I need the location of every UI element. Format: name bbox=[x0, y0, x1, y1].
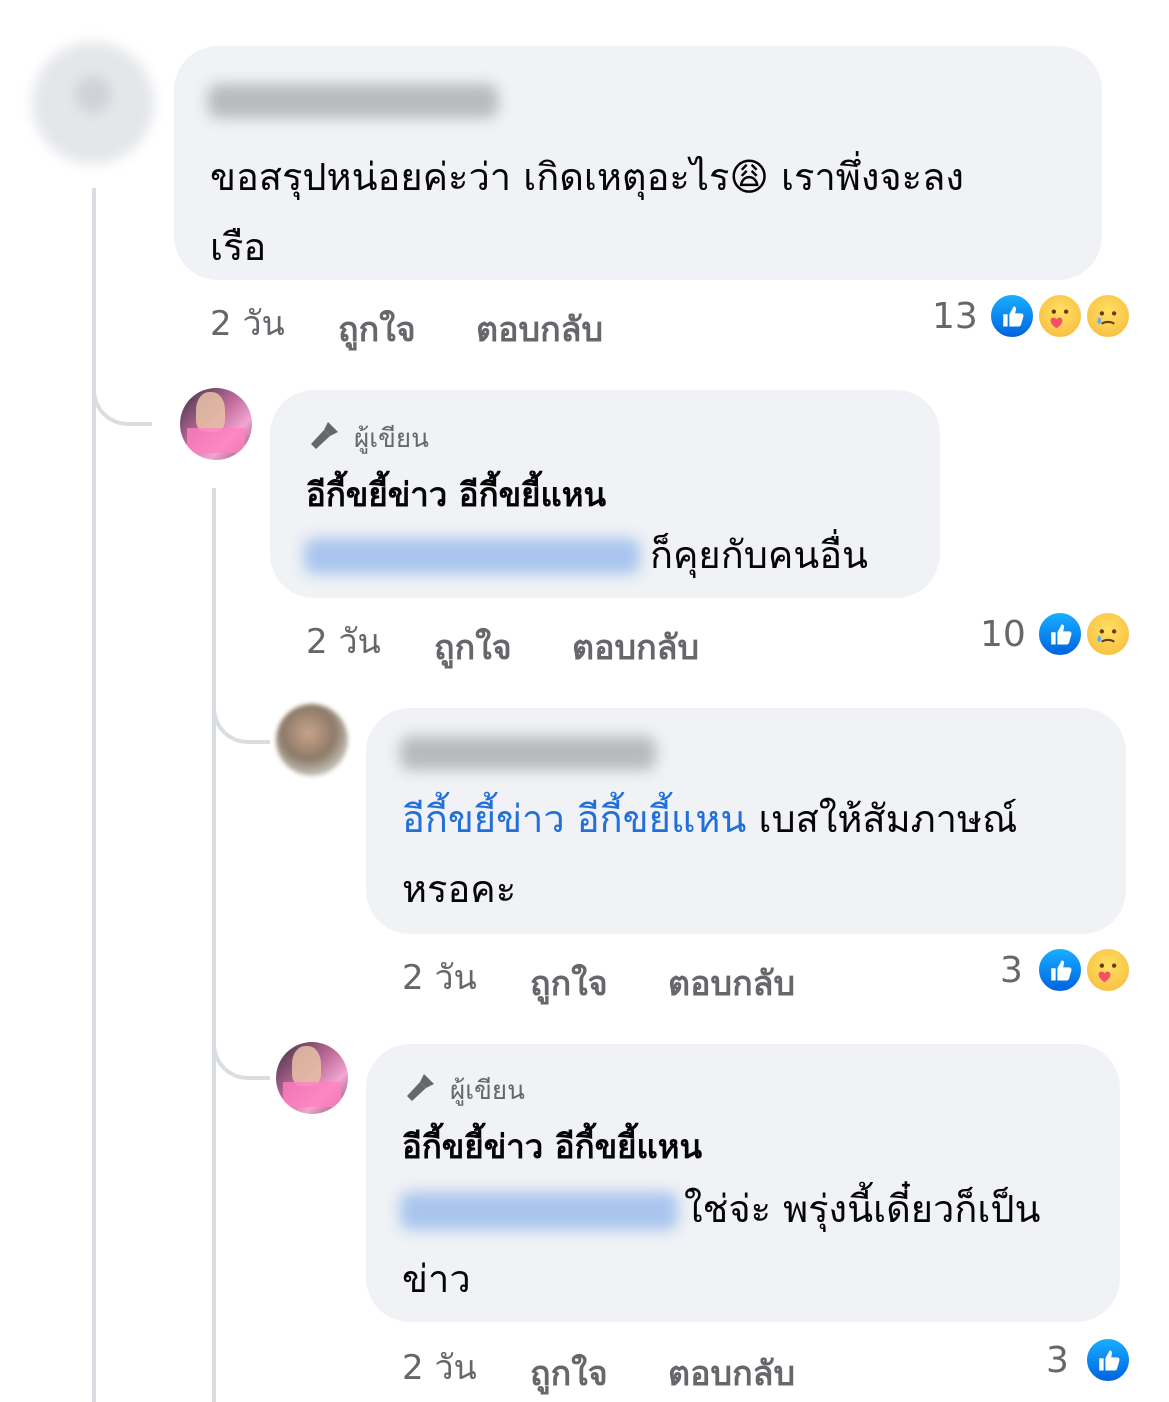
comment-text-line: เบสให้สัมภาษณ์ bbox=[746, 797, 1018, 841]
thread-line-sub bbox=[212, 488, 216, 1402]
reply-button[interactable]: ตอบกลับ bbox=[572, 620, 699, 674]
comment-time[interactable]: 2 วัน bbox=[402, 950, 477, 1004]
microphone-icon bbox=[306, 418, 344, 459]
author-name-blurred[interactable] bbox=[208, 84, 498, 118]
care-icon[interactable] bbox=[1084, 946, 1132, 994]
reaction-count[interactable]: 10 bbox=[980, 614, 1026, 655]
reaction-count[interactable]: 3 bbox=[1000, 950, 1023, 991]
mention-name-blurred[interactable] bbox=[304, 538, 640, 574]
comment-text-line: ใช่จ่ะ พรุ่งนี้เดี๋ยวก็เป็น bbox=[684, 1187, 1041, 1231]
mention-link[interactable]: อีกี้ขยี้ข่าว อีกี้ขยี้แหน bbox=[402, 797, 746, 841]
comment-time[interactable]: 2 วัน bbox=[306, 614, 381, 668]
comment-bubble: ผู้เขียน อีกี้ขยี้ข่าว อีกี้ขยี้แหน ใช่จ… bbox=[366, 1044, 1120, 1322]
sad-icon[interactable] bbox=[1084, 292, 1132, 340]
author-name[interactable]: อีกี้ขยี้ข่าว อีกี้ขยี้แหน bbox=[402, 1120, 702, 1173]
comment-bubble: อีกี้ขยี้ข่าว อีกี้ขยี้แหน เบสให้สัมภาษณ… bbox=[366, 708, 1126, 934]
avatar[interactable] bbox=[276, 1042, 348, 1114]
comment-text: ใช่จ่ะ พรุ่งนี้เดี๋ยวก็เป็น ข่าว bbox=[402, 1174, 1040, 1314]
like-button[interactable]: ถูกใจ bbox=[530, 1346, 608, 1400]
comment-text-line: ข่าว bbox=[402, 1257, 471, 1301]
reply-button[interactable]: ตอบกลับ bbox=[668, 956, 795, 1010]
author-name-blurred[interactable] bbox=[400, 736, 656, 770]
author-badge: ผู้เขียน bbox=[306, 418, 429, 459]
comment-time[interactable]: 2 วัน bbox=[402, 1340, 477, 1394]
like-button[interactable]: ถูกใจ bbox=[338, 302, 416, 356]
reply-button[interactable]: ตอบกลับ bbox=[668, 1346, 795, 1400]
author-badge-label: ผู้เขียน bbox=[450, 1076, 525, 1106]
thread-line-curve-1 bbox=[92, 370, 152, 426]
comment-text: ขอสรุปหน่อยค่ะว่า เกิดเหตุอะไร😩 เราพึ่งจ… bbox=[210, 142, 964, 282]
avatar[interactable] bbox=[180, 388, 252, 460]
like-icon[interactable] bbox=[988, 292, 1036, 340]
like-icon[interactable] bbox=[1036, 610, 1084, 658]
comment-time[interactable]: 2 วัน bbox=[210, 296, 285, 350]
comment-bubble: ขอสรุปหน่อยค่ะว่า เกิดเหตุอะไร😩 เราพึ่งจ… bbox=[174, 46, 1102, 280]
avatar[interactable] bbox=[276, 704, 348, 776]
avatar[interactable] bbox=[32, 42, 154, 164]
sad-icon[interactable] bbox=[1084, 610, 1132, 658]
comment-text: อีกี้ขยี้ข่าว อีกี้ขยี้แหน เบสให้สัมภาษณ… bbox=[402, 784, 1017, 924]
author-badge-label: ผู้เขียน bbox=[354, 424, 429, 454]
comment-text-line: หรอคะ bbox=[402, 867, 517, 911]
comment-text-line: ขอสรุปหน่อยค่ะว่า เกิดเหตุอะไร😩 เราพึ่งจ… bbox=[210, 155, 964, 199]
like-button[interactable]: ถูกใจ bbox=[434, 620, 512, 674]
thread-line-curve-2 bbox=[212, 690, 270, 744]
care-icon[interactable] bbox=[1036, 292, 1084, 340]
microphone-icon bbox=[402, 1070, 440, 1111]
thread-line-curve-3 bbox=[212, 1026, 270, 1080]
comment-bubble: ผู้เขียน อีกี้ขยี้ข่าว อีกี้ขยี้แหน ก็คุ… bbox=[270, 390, 940, 598]
like-button[interactable]: ถูกใจ bbox=[530, 956, 608, 1010]
like-icon[interactable] bbox=[1084, 1336, 1132, 1384]
author-badge: ผู้เขียน bbox=[402, 1070, 525, 1111]
author-name[interactable]: อีกี้ขยี้ข่าว อีกี้ขยี้แหน bbox=[306, 468, 606, 521]
comment-text-line: เรือ bbox=[210, 225, 267, 269]
reaction-count[interactable]: 13 bbox=[932, 296, 978, 337]
reply-button[interactable]: ตอบกลับ bbox=[476, 302, 603, 356]
reaction-count[interactable]: 3 bbox=[1046, 1340, 1069, 1381]
comment-text: ก็คุยกับคนอื่น bbox=[650, 533, 869, 577]
like-icon[interactable] bbox=[1036, 946, 1084, 994]
